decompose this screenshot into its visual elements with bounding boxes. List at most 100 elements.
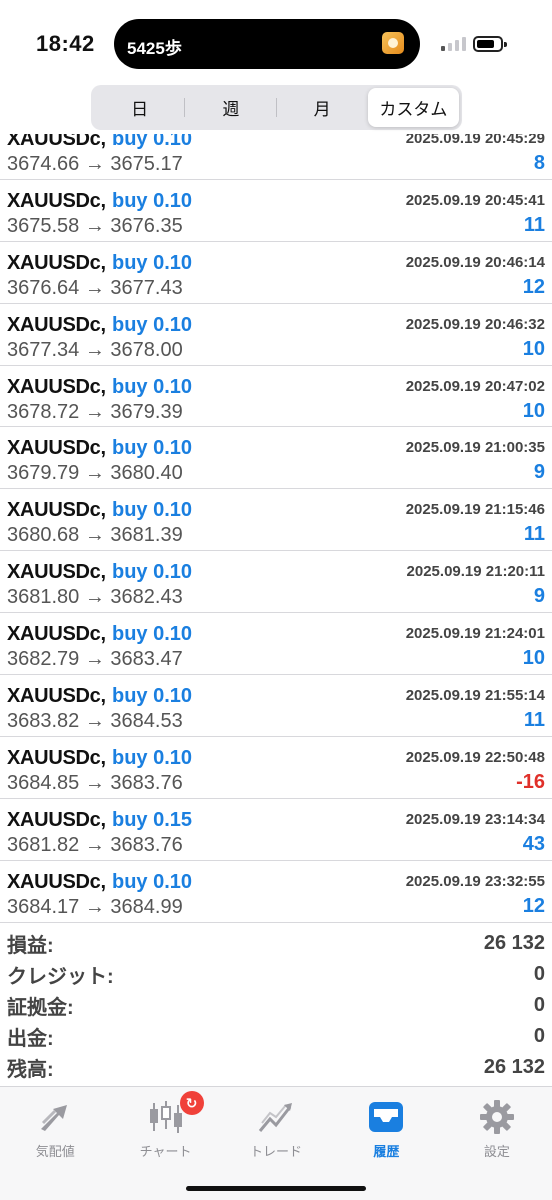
trade-symbol: XAUUSDc,: [7, 685, 106, 708]
trade-side-volume: buy 0.10: [112, 746, 193, 769]
trade-row[interactable]: XAUUSDc, buy 0.10 2025.09.19 20:45:41 3675.…: [0, 180, 552, 242]
summary-profit-label: 損益:: [7, 935, 54, 957]
tab-chart[interactable]: ↻ チャート: [110, 1087, 220, 1200]
trade-profit: 12: [522, 275, 545, 298]
trade-side-volume: buy 0.10: [112, 313, 193, 336]
trade-profit: 11: [523, 523, 545, 546]
account-summary: 損益: 26 132 クレジット: 0 証拠金: 0 出金: 0 残高: 26 …: [0, 928, 552, 1083]
summary-margin-value: 0: [533, 994, 545, 1016]
summary-margin-row: 証拠金: 0: [0, 990, 552, 1021]
tab-settings[interactable]: 設定: [442, 1087, 552, 1200]
period-segmented-control: 日 週 月 カスタム: [91, 85, 462, 130]
trade-prices: 3681.82 → 3683.76: [7, 833, 183, 856]
tab-chart-label: チャート: [139, 1144, 192, 1159]
tab-history-label: 履歴: [373, 1144, 400, 1159]
tab-trade[interactable]: トレード: [221, 1087, 331, 1200]
status-bar: 18:42 5425歩: [0, 0, 552, 84]
quotes-arrows-icon: [35, 1097, 75, 1137]
summary-profit-row: 損益: 26 132: [0, 928, 552, 959]
trade-row[interactable]: XAUUSDc, buy 0.10 2025.09.19 21:00:35 3679.…: [0, 427, 552, 490]
bottom-tab-bar: 気配値 ↻ チャート トレード 履歴 設定: [0, 1086, 552, 1200]
trade-symbol: XAUUSDc,: [7, 437, 106, 460]
trade-side-volume: buy 0.10: [112, 499, 193, 522]
summary-credit-value: 0: [533, 963, 545, 985]
trade-side-volume: buy 0.15: [112, 808, 193, 831]
trade-profit: 11: [523, 213, 545, 236]
home-indicator[interactable]: [186, 1186, 366, 1191]
trade-datetime: 2025.09.19 21:55:14: [405, 687, 545, 705]
trade-prices: 3680.68 → 3681.39: [7, 524, 183, 547]
trade-symbol: XAUUSDc,: [7, 561, 106, 584]
trade-prices: 3684.85 → 3683.76: [7, 771, 183, 794]
trade-prices: 3678.72 → 3679.39: [7, 400, 183, 423]
trade-symbol: XAUUSDc,: [7, 313, 106, 336]
candlestick-chart-icon: ↻: [146, 1091, 204, 1137]
trade-prices: 3681.80 → 3682.43: [7, 586, 183, 609]
trade-profit: 10: [522, 647, 545, 670]
trade-side-volume: buy 0.10: [112, 685, 193, 708]
trade-datetime: 2025.09.19 23:14:34: [405, 810, 545, 828]
trade-symbol: XAUUSDc,: [7, 189, 106, 212]
trade-history-list: XAUUSDc, buy 0.10 2025.09.19 20:45:29 3674.…: [0, 118, 552, 923]
trade-row[interactable]: XAUUSDc, buy 0.10 2025.09.19 21:55:14 3683.…: [0, 675, 552, 737]
trade-symbol: XAUUSDc,: [7, 746, 106, 769]
summary-balance-label: 残高:: [7, 1059, 54, 1081]
trade-side-volume: buy 0.10: [112, 251, 193, 274]
trade-prices: 3679.79 → 3680.40: [7, 462, 183, 485]
summary-balance-row: 残高: 26 132: [0, 1052, 552, 1083]
trade-row[interactable]: XAUUSDc, buy 0.10 2025.09.19 21:20:11 3681.…: [0, 551, 552, 614]
trade-prices: 3675.58 → 3676.35: [7, 214, 183, 237]
tab-history[interactable]: 履歴: [331, 1087, 441, 1200]
trade-side-volume: buy 0.10: [112, 870, 193, 893]
trade-datetime: 2025.09.19 21:00:35: [405, 439, 545, 457]
summary-profit-value: 26 132: [483, 932, 545, 954]
segment-day[interactable]: 日: [94, 88, 186, 127]
trade-row[interactable]: XAUUSDc, buy 0.10 2025.09.19 20:46:32 3677.…: [0, 304, 552, 366]
summary-credit-row: クレジット: 0: [0, 959, 552, 990]
trade-side-volume: buy 0.10: [112, 189, 193, 212]
status-time: 18:42: [36, 31, 95, 56]
cellular-signal-icon: [441, 37, 466, 51]
trade-datetime: 2025.09.19 22:50:48: [405, 748, 545, 766]
trade-row[interactable]: XAUUSDc, buy 0.10 2025.09.19 23:32:55 3684.…: [0, 861, 552, 923]
segment-week[interactable]: 週: [185, 88, 277, 127]
trade-datetime: 2025.09.19 23:32:55: [405, 872, 545, 890]
trade-row[interactable]: XAUUSDc, buy 0.10 2025.09.19 20:47:02 3678.…: [0, 366, 552, 428]
trade-profit: 12: [522, 894, 545, 917]
segment-custom[interactable]: カスタム: [367, 88, 459, 127]
battery-icon: [473, 36, 507, 52]
trade-prices: 3682.79 → 3683.47: [7, 648, 183, 671]
dynamic-island[interactable]: 5425歩: [114, 19, 420, 69]
trade-datetime: 2025.09.19 20:46:14: [405, 253, 545, 271]
trade-datetime: 2025.09.19 21:20:11: [406, 563, 545, 581]
trade-row[interactable]: XAUUSDc, buy 0.10 2025.09.19 21:24:01 3682.…: [0, 613, 552, 676]
trade-side-volume: buy 0.10: [112, 623, 193, 646]
tab-trade-label: トレード: [250, 1144, 303, 1159]
trade-prices: 3677.34 → 3678.00: [7, 338, 183, 361]
step-count: 5425歩: [127, 39, 182, 58]
trade-symbol: XAUUSDc,: [7, 499, 106, 522]
tab-quotes[interactable]: 気配値: [0, 1087, 110, 1200]
trade-row[interactable]: XAUUSDc, buy 0.10 2025.09.19 22:50:48 3684.…: [0, 737, 552, 799]
summary-withdrawal-label: 出金:: [7, 1028, 54, 1050]
trade-datetime: 2025.09.19 20:45:41: [405, 191, 545, 209]
summary-withdrawal-row: 出金: 0: [0, 1021, 552, 1052]
trade-datetime: 2025.09.19 21:15:46: [405, 501, 545, 519]
trade-side-volume: buy 0.10: [112, 437, 193, 460]
trade-symbol: XAUUSDc,: [7, 251, 106, 274]
chart-refresh-badge: ↻: [179, 1091, 204, 1115]
trade-profit: 10: [522, 337, 545, 360]
trade-row[interactable]: XAUUSDc, buy 0.10 2025.09.19 21:15:46 3680.…: [0, 489, 552, 552]
trade-row[interactable]: XAUUSDc, buy 0.15 2025.09.19 23:14:34 3681.…: [0, 799, 552, 861]
trade-datetime: 2025.09.19 20:46:32: [405, 315, 545, 333]
summary-balance-value: 26 132: [483, 1056, 545, 1078]
trade-profit: 10: [522, 399, 545, 422]
segment-month[interactable]: 月: [277, 88, 368, 127]
trade-row[interactable]: XAUUSDc, buy 0.10 2025.09.19 20:46:14 3676.…: [0, 242, 552, 304]
trade-profit: 43: [522, 832, 545, 855]
trade-profit: 9: [533, 585, 545, 608]
trade-side-volume: buy 0.10: [112, 561, 193, 584]
trade-symbol: XAUUSDc,: [7, 870, 106, 893]
summary-margin-label: 証拠金:: [7, 997, 74, 1019]
history-inbox-icon: [366, 1097, 406, 1137]
